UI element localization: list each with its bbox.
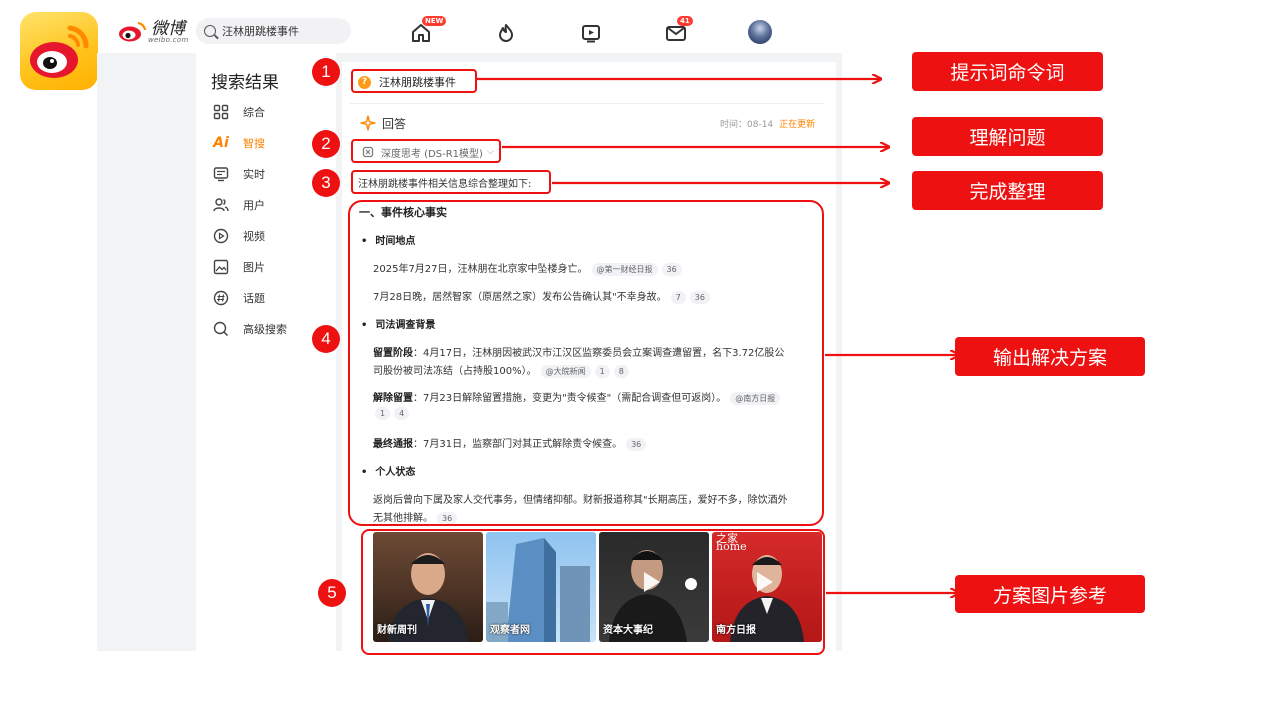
- annotation-box-4: [348, 200, 824, 526]
- home-new-badge: NEW: [422, 16, 447, 26]
- mail-nav[interactable]: 41: [665, 16, 693, 44]
- sidebar-item-realtime[interactable]: 实时: [213, 164, 323, 184]
- divider: [350, 103, 824, 104]
- sidebar-item-label: 视频: [243, 230, 265, 243]
- user-avatar[interactable]: [748, 20, 772, 44]
- weibo-app-logo: [20, 12, 98, 90]
- annotation-number-5: 5: [318, 579, 346, 607]
- annotation-number-3: 3: [312, 169, 340, 197]
- sidebar-item-images[interactable]: 图片: [213, 257, 323, 277]
- annotation-label-5: 方案图片参考: [955, 575, 1145, 613]
- sidebar-item-label: 智搜: [243, 137, 265, 150]
- sidebar-item-advanced-search[interactable]: 高级搜索: [213, 319, 323, 339]
- sidebar-item-label: 话题: [243, 292, 265, 305]
- annotation-number-2: 2: [312, 130, 340, 158]
- ai-icon: Ai: [213, 135, 229, 151]
- answer-row: 回答: [360, 114, 406, 132]
- search-icon: [204, 25, 216, 37]
- weibo-eye-icon: [30, 25, 89, 78]
- topic-icon: [213, 290, 229, 306]
- users-icon: [213, 197, 229, 213]
- mail-count-badge: 41: [677, 16, 693, 26]
- annotation-label-1: 提示词命令词: [912, 52, 1103, 91]
- sidebar-item-label: 实时: [243, 168, 265, 181]
- annotation-box-2: [351, 139, 501, 163]
- realtime-icon: [213, 166, 229, 182]
- time-info: 时间：08-14 正在更新: [720, 117, 815, 130]
- annotation-number-4: 4: [312, 325, 340, 353]
- sidebar-item-topics[interactable]: 话题: [213, 288, 323, 308]
- annotation-label-4: 输出解决方案: [955, 337, 1145, 376]
- sidebar-item-label: 高级搜索: [243, 323, 287, 336]
- hot-nav[interactable]: [495, 22, 517, 44]
- sidebar-item-label: 用户: [243, 199, 265, 212]
- image-icon: [213, 259, 229, 275]
- weibo-brand[interactable]: 微博 weibo.com: [118, 18, 189, 44]
- sidebar-item-label: 综合: [243, 106, 265, 119]
- home-nav[interactable]: NEW: [410, 16, 447, 44]
- video-icon: [213, 228, 229, 244]
- annotation-box-5: [361, 529, 825, 655]
- video-play-icon: [582, 25, 600, 43]
- annotation-box-1: [351, 69, 477, 93]
- annotation-number-1: 1: [312, 58, 340, 86]
- sidebar-item-users[interactable]: 用户: [213, 195, 323, 215]
- video-nav[interactable]: [580, 22, 602, 44]
- annotation-box-3: [351, 170, 551, 194]
- sidebar-title: 搜索结果: [211, 73, 279, 93]
- annotation-label-2: 理解问题: [912, 117, 1103, 156]
- sidebar-item-ai-search[interactable]: Ai 智搜: [213, 133, 323, 153]
- answer-time: 时间：08-14: [720, 120, 774, 130]
- search-icon: [213, 321, 229, 337]
- weibo-small-logo-icon: [119, 21, 147, 42]
- search-box[interactable]: [196, 18, 351, 44]
- search-input[interactable]: [222, 24, 342, 38]
- live-updating-status: 正在更新: [779, 120, 816, 130]
- grid-icon: [213, 104, 229, 120]
- top-bar: 微博 weibo.com NEW 41: [110, 10, 850, 50]
- sidebar-item-label: 图片: [243, 261, 265, 274]
- annotation-label-3: 完成整理: [912, 171, 1103, 210]
- fire-icon: [499, 24, 513, 42]
- sidebar-item-video[interactable]: 视频: [213, 226, 323, 246]
- sidebar-item-all[interactable]: 综合: [213, 102, 323, 122]
- sparkle-icon: [360, 115, 376, 131]
- answer-label: 回答: [382, 116, 407, 131]
- brand-sub: weibo.com: [148, 35, 189, 44]
